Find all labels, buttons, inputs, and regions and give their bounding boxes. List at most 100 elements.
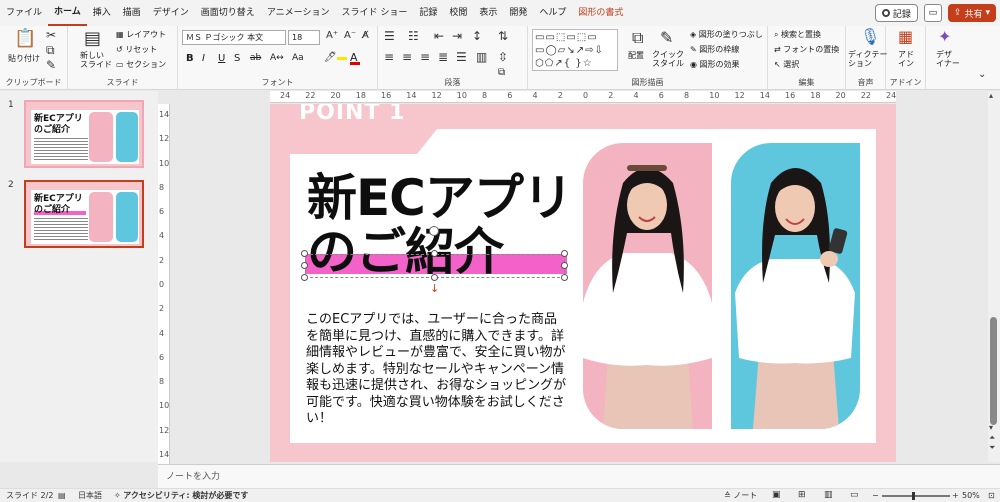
justify-icon[interactable]: ≣ [438,51,448,63]
previous-slide-icon[interactable]: ⏶ [989,433,995,443]
menu-insert[interactable]: 挿入 [87,0,117,26]
shape-gallery[interactable]: ▭▭⬚▭⬚▭ ▭◯▱↘↗⇨⇩ ⬡⬠↗{ }☆ [532,29,618,71]
align-text-icon[interactable]: ⇳ [498,51,508,63]
reset-button[interactable]: ↺ リセット [116,44,157,55]
next-slide-icon[interactable]: ⏷ [989,443,995,453]
paste-icon[interactable]: 📋 [14,30,36,48]
language-label[interactable]: 日本語 [78,489,102,502]
columns-icon[interactable]: ▥ [476,51,487,63]
font-size-combo[interactable]: 18 [288,30,320,45]
dictate-label[interactable]: ディクテー ション [848,50,887,68]
new-slide-icon[interactable]: ▤ [84,30,101,48]
quick-style-label[interactable]: クイック スタイル [652,50,684,68]
arrange-icon[interactable]: ⧉ [632,30,643,46]
align-right-icon[interactable]: ≡ [420,51,430,63]
menu-developer[interactable]: 開発 [503,0,533,26]
menu-home[interactable]: ホーム [48,0,87,26]
spacing-button[interactable]: A↔ [270,53,284,63]
shadow-button[interactable]: S [234,53,240,64]
quick-style-icon[interactable]: ✎ [660,30,673,46]
slideshow-view-icon[interactable]: ▭ [850,489,859,502]
select-button[interactable]: ↖ 選択 [774,59,799,70]
arrange-label[interactable]: 配置 [628,50,644,61]
font-color-button[interactable]: A [350,51,360,65]
notes-button[interactable]: ≙ ノート [724,489,757,502]
case-button[interactable]: Aa [292,53,304,63]
bullets-icon[interactable]: ☰ [384,30,395,42]
resize-handle-n[interactable] [431,250,438,257]
slide-sorter-icon[interactable]: ⊞ [798,489,806,502]
slide-body-text[interactable]: このECアプリでは、ユーザーに合った商品を簡単に見つけ、直感的に購入できます。詳… [306,312,570,428]
underline-button[interactable]: U [218,53,225,64]
resize-handle-se[interactable] [561,274,568,281]
rotate-handle-icon[interactable] [429,226,439,236]
new-slide-label[interactable]: 新しい スライド [80,51,112,69]
highlight-color-button[interactable]: 🖊 [324,52,347,63]
menu-slideshow[interactable]: スライド ショー [335,0,413,26]
addins-icon[interactable]: ▦ [898,29,913,45]
resize-handle-w[interactable] [301,262,308,269]
distribute-icon[interactable]: ☰ [456,51,467,63]
resize-handle-s[interactable] [431,274,438,281]
grow-font-icon[interactable]: A⁺ [326,31,338,41]
fit-slide-icon[interactable]: ⊡ [988,489,995,502]
photo-woman-pink[interactable] [583,143,712,429]
spellcheck-icon[interactable]: ▤ [58,489,66,502]
format-painter-icon[interactable]: ✎ [46,59,56,71]
notes-pane[interactable]: ノートを入力 [158,464,1000,488]
resize-handle-nw[interactable] [301,250,308,257]
comment-icon[interactable]: ▭ [923,4,942,22]
menu-animations[interactable]: アニメーション [261,0,336,26]
increase-indent-icon[interactable]: ⇥ [452,30,462,42]
resize-handle-ne[interactable] [561,250,568,257]
line-spacing-icon[interactable]: ↕ [472,30,482,42]
font-name-combo[interactable]: ＭＳ Ｐゴシック 本文 [182,30,286,45]
vertical-ruler[interactable]: 14 12 10 8 6 4 2 0 2 4 6 8 10 12 14 [158,104,170,464]
zoom-out-icon[interactable]: − [872,489,879,502]
accessibility-button[interactable]: ✧ アクセシビリティ: 検討が必要です [114,489,248,502]
strike-button[interactable]: ab [250,53,261,63]
menu-view[interactable]: 表示 [473,0,503,26]
bold-button[interactable]: B [186,53,194,64]
zoom-slider[interactable] [882,492,950,500]
reading-view-icon[interactable]: ▥ [824,489,833,502]
menu-help[interactable]: ヘルプ [533,0,572,26]
shrink-font-icon[interactable]: A⁻ [344,31,356,41]
resize-handle-e[interactable] [561,262,568,269]
record-button[interactable]: 記録 [874,4,918,22]
shape-outline-button[interactable]: ✎ 図形の枠線 [690,44,739,55]
slide-thumbnail-1[interactable]: 新ECアプリ のご紹介 [24,100,144,168]
designer-icon[interactable]: ✦ [938,29,951,45]
slide-canvas[interactable]: POINT 1 新ECアプリ のご紹介 このECアプリでは、ユーザーに合った商品… [270,104,896,462]
layout-button[interactable]: ▦ レイアウト [116,29,166,40]
align-left-icon[interactable]: ≡ [384,51,394,63]
copy-icon[interactable]: ⧉ [46,44,55,56]
zoom-slider-knob[interactable] [912,492,915,500]
menu-record[interactable]: 記録 [413,0,443,26]
slide-title-line-1[interactable]: 新ECアプリ [307,168,573,228]
section-button[interactable]: ▭ セクション [116,59,166,70]
numbering-icon[interactable]: ☷ [408,30,419,42]
clear-format-icon[interactable]: A̸ [362,31,369,41]
align-center-icon[interactable]: ≡ [402,51,412,63]
slide-thumbnail-2[interactable]: 新ECアプリ のご紹介 [24,180,144,248]
paste-label[interactable]: 貼り付け [8,53,40,64]
scroll-up-icon[interactable]: ▴ [989,91,993,100]
decrease-indent-icon[interactable]: ⇤ [434,30,444,42]
normal-view-icon[interactable]: ▣ [772,489,781,502]
horizontal-ruler[interactable]: 24 22 20 18 16 14 12 10 8 6 4 2 0 2 4 6 8 10 12 14 16 18 20 22 2… [270,91,896,103]
collapse-ribbon-icon[interactable]: ⌄ [978,70,986,80]
menu-draw[interactable]: 描画 [117,0,147,26]
menu-review[interactable]: 校閲 [443,0,473,26]
designer-label[interactable]: デザ イナー [936,50,960,68]
italic-button[interactable]: I [202,53,205,64]
cut-icon[interactable]: ✂ [46,29,56,41]
find-button[interactable]: ⌕ 検索と置換 [774,29,821,40]
text-direction-icon[interactable]: ⇅ [498,30,508,42]
vertical-scrollbar[interactable]: ▴ ▾ ⏶ ⏷ [988,91,1000,462]
menu-transitions[interactable]: 画面切り替え [195,0,261,26]
scrollbar-thumb[interactable] [990,317,997,425]
scroll-down-icon[interactable]: ▾ [989,423,993,432]
menu-file[interactable]: ファイル [0,0,48,26]
zoom-level[interactable]: 50% [962,489,980,502]
